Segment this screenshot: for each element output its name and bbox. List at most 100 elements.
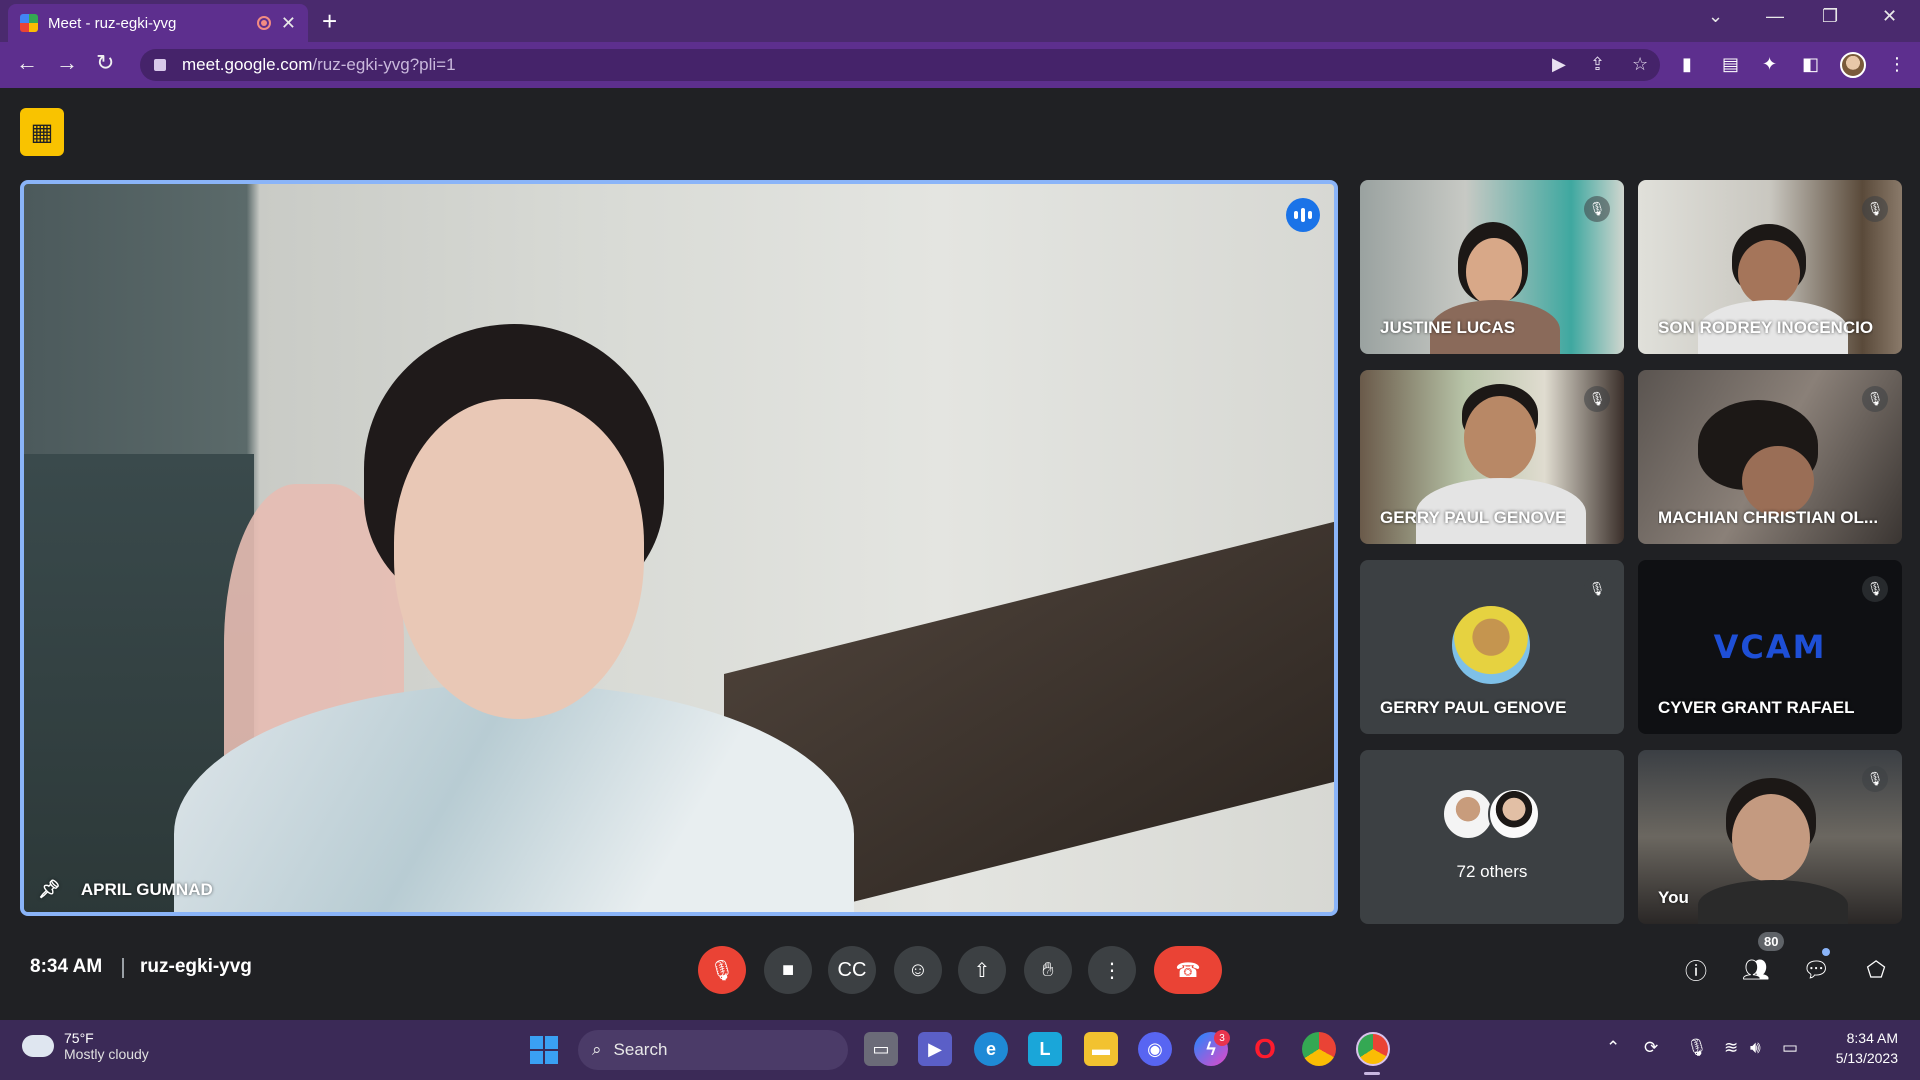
taskbar-search[interactable]: ⌕ Search <box>578 1030 848 1070</box>
tab-search-chevron-icon[interactable]: ⌄ <box>1708 6 1723 27</box>
participant-avatar <box>1488 788 1540 840</box>
pin-icon[interactable]: 📌︎ <box>38 879 61 900</box>
temperature: 75°F <box>64 1030 94 1046</box>
reactions-button[interactable]: ☺ <box>894 946 942 994</box>
meet-favicon-icon <box>20 14 38 32</box>
meet-stage: ▦ 📌︎ APRIL GUMNAD 🎙︎ JUSTINE LUCAS 🎙︎ SO… <box>0 88 1920 1020</box>
clock-date: 5/13/2023 <box>1835 1050 1898 1066</box>
browser-tab[interactable]: Meet - ruz-egki-yvg ✕ <box>8 4 308 42</box>
participant-name: You <box>1658 888 1689 907</box>
tab-title: Meet - ruz-egki-yvg <box>48 14 177 32</box>
chat-icon[interactable]: 💬︎ <box>1796 950 1836 990</box>
muted-mic-icon: 🎙︎ <box>1862 196 1888 222</box>
camera-in-use-icon[interactable]: ▶ <box>1552 54 1566 75</box>
weather-widget[interactable]: 75°F Mostly cloudy <box>22 1029 149 1062</box>
extensions-puzzle-icon[interactable]: ✦ <box>1762 54 1777 75</box>
back-arrow-icon[interactable]: ← <box>16 50 38 76</box>
bookmark-star-icon[interactable]: ☆ <box>1632 54 1648 75</box>
reload-icon[interactable]: ↻ <box>96 50 114 76</box>
camera-off-notice-icon[interactable]: ▦ <box>20 108 64 156</box>
os-taskbar: 75°F Mostly cloudy ⌕ Search ▭ ▶ e L ▬ ◉ … <box>0 1020 1920 1080</box>
active-app-indicator <box>1364 1072 1380 1075</box>
divider <box>122 958 124 978</box>
meeting-time: 8:34 AM <box>30 956 103 977</box>
battery-icon[interactable]: ▭ <box>1782 1038 1798 1058</box>
weather-condition: Mostly cloudy <box>64 1046 149 1062</box>
lumen-app-icon[interactable]: L <box>1028 1032 1062 1066</box>
participant-name: SON RODREY INOCENCIO <box>1658 318 1874 337</box>
meeting-code: ruz-egki-yvg <box>140 956 252 977</box>
people-icon[interactable]: 👥︎ <box>1736 950 1776 990</box>
raise-hand-button[interactable]: ✋︎ <box>1024 946 1072 994</box>
clock-time: 8:34 AM <box>1846 1030 1898 1046</box>
vcam-logo: VCAM <box>1713 628 1827 666</box>
participant-name: MACHIAN CHRISTIAN OL... <box>1658 508 1879 527</box>
url-text: meet.google.com/ruz-egki-yvg?pli=1 <box>182 55 456 74</box>
others-tile[interactable]: 72 others <box>1360 750 1624 924</box>
recording-indicator-icon <box>256 16 271 30</box>
muted-mic-icon: 🎙︎ <box>1862 386 1888 412</box>
participant-tile[interactable]: 🎙︎ GERRY PAUL GENOVE <box>1360 560 1624 734</box>
share-icon[interactable]: ⇪ <box>1590 54 1605 75</box>
restore-icon[interactable]: ❐ <box>1822 6 1838 27</box>
microphone-tray-icon[interactable]: 🎙︎ <box>1686 1038 1708 1058</box>
leave-call-button[interactable]: ☎ <box>1154 946 1222 994</box>
system-clock[interactable]: 8:34 AM 5/13/2023 <box>1836 1028 1898 1068</box>
others-count-label: 72 others <box>1456 862 1528 881</box>
chat-unread-dot <box>1822 948 1830 956</box>
lock-icon[interactable] <box>154 59 166 71</box>
chrome-profile-icon[interactable] <box>1356 1032 1390 1066</box>
close-tab-icon[interactable]: ✕ <box>281 13 296 34</box>
browser-menu-icon[interactable]: ⋮ <box>1888 54 1906 75</box>
address-bar[interactable]: meet.google.com/ruz-egki-yvg?pli=1 <box>140 49 1660 81</box>
speaking-indicator-icon <box>1286 198 1320 232</box>
main-speaker-name: APRIL GUMNAD <box>80 879 213 899</box>
participant-tile[interactable]: 🎙︎ SON RODREY INOCENCIO <box>1638 180 1902 354</box>
participant-tile[interactable]: 🎙︎ MACHIAN CHRISTIAN OL... <box>1638 370 1902 544</box>
more-options-button[interactable]: ⋮ <box>1088 946 1136 994</box>
forward-arrow-icon[interactable]: → <box>56 50 78 76</box>
muted-mic-icon: 🎙︎ <box>1584 576 1610 602</box>
search-label: Search <box>613 1040 668 1059</box>
meeting-details-icon[interactable]: ⓘ <box>1676 950 1716 990</box>
edge-icon[interactable]: e <box>974 1032 1008 1066</box>
discord-icon[interactable]: ◉ <box>1138 1032 1172 1066</box>
captions-button[interactable]: CC <box>828 946 876 994</box>
participant-tile[interactable]: 🎙︎ JUSTINE LUCAS <box>1360 180 1624 354</box>
main-speaker-video[interactable]: 📌︎ APRIL GUMNAD <box>20 180 1338 916</box>
camera-button[interactable]: ■ <box>764 946 812 994</box>
profile-avatar[interactable] <box>1840 52 1866 78</box>
sync-icon[interactable]: ⟳ <box>1644 1038 1658 1058</box>
chrome-icon[interactable] <box>1302 1032 1336 1066</box>
self-tile[interactable]: 🎙︎ You <box>1638 750 1902 924</box>
new-tab-button[interactable]: + <box>322 6 337 37</box>
muted-mic-icon: 🎙︎ <box>1584 386 1610 412</box>
messenger-notification-badge: 3 <box>1214 1030 1230 1046</box>
side-panel-icon[interactable]: ◧ <box>1802 54 1819 75</box>
participant-name: GERRY PAUL GENOVE <box>1380 698 1567 717</box>
file-explorer-icon[interactable]: ▬ <box>1084 1032 1118 1066</box>
participant-avatar <box>1442 788 1494 840</box>
present-button[interactable]: ⇧ <box>958 946 1006 994</box>
participant-count-badge: 80 <box>1758 932 1785 951</box>
extension-reader-icon[interactable]: ▤ <box>1722 54 1739 75</box>
muted-mic-icon: 🎙︎ <box>1584 196 1610 222</box>
participant-tile[interactable]: 🎙︎ GERRY PAUL GENOVE <box>1360 370 1624 544</box>
wifi-icon[interactable]: ≋ <box>1724 1038 1738 1058</box>
mic-off-button[interactable]: 🎙︎ <box>698 946 746 994</box>
extension-book-icon[interactable]: ▮ <box>1682 54 1692 75</box>
minimize-icon[interactable]: — <box>1766 6 1784 27</box>
activities-icon[interactable]: ⬠ <box>1856 950 1896 990</box>
opera-icon[interactable]: O <box>1248 1032 1282 1066</box>
tray-overflow-chevron-icon[interactable]: ⌃ <box>1606 1038 1620 1058</box>
close-window-icon[interactable]: ✕ <box>1882 6 1897 27</box>
main-speaker-label: 📌︎ APRIL GUMNAD <box>38 879 213 900</box>
teams-chat-icon[interactable]: ▶ <box>918 1032 952 1066</box>
muted-mic-icon: 🎙︎ <box>1862 576 1888 602</box>
task-view-icon[interactable]: ▭ <box>864 1032 898 1066</box>
browser-tab-bar: Meet - ruz-egki-yvg ✕ + ⌄ — ❐ ✕ <box>0 0 1920 42</box>
windows-start-icon[interactable] <box>530 1036 558 1064</box>
participant-tile[interactable]: VCAM 🎙︎ CYVER GRANT RAFAEL <box>1638 560 1902 734</box>
volume-icon[interactable]: 🔊︎ <box>1750 1038 1761 1058</box>
browser-toolbar: ← → ↻ meet.google.com/ruz-egki-yvg?pli=1… <box>0 42 1920 88</box>
